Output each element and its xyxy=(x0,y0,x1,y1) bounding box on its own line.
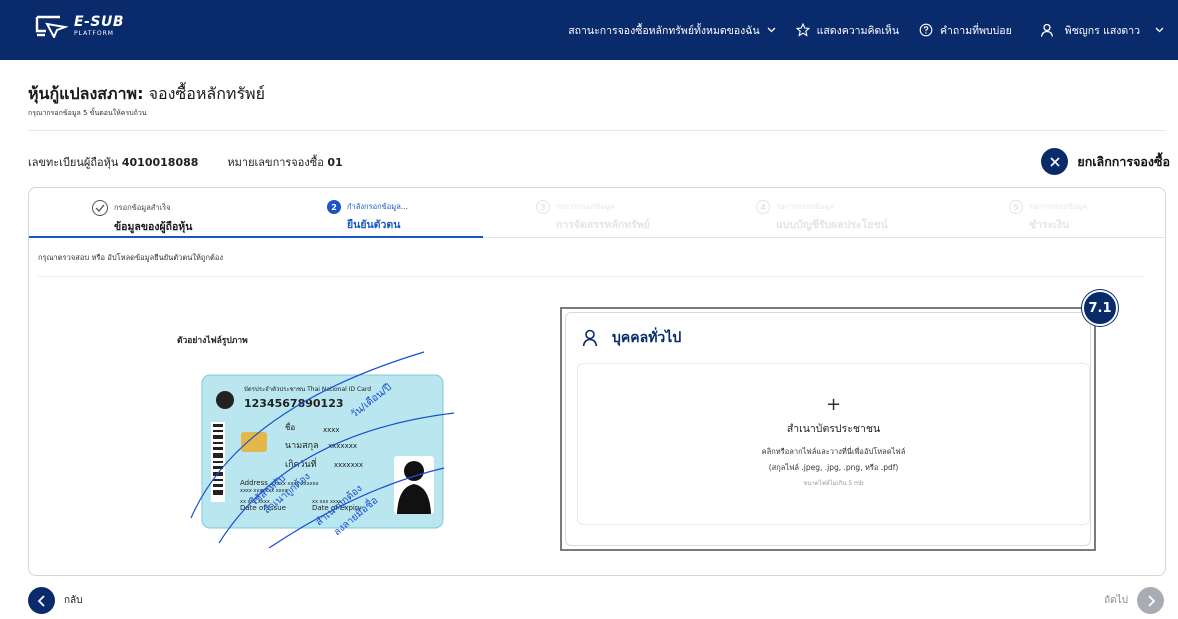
cancel-subscription-label: ยกเลิกการจองซื้อ xyxy=(1077,153,1170,169)
step-5-number: 5 xyxy=(1009,200,1023,214)
step-5-payment[interactable]: 5 รอการกรอกข้อมูล ชำระเงิน xyxy=(1009,200,1087,234)
step-2-status: กำลังกรอกข้อมูล... xyxy=(347,202,408,211)
chevron-down-icon xyxy=(1155,27,1164,33)
e-sub-logo[interactable]: E-SUB PLATFORM xyxy=(34,14,124,38)
identity-verification-card: กรอกข้อมูลสำเร็จ ข้อมูลของผู้ถือหุ้น 2 ก… xyxy=(28,187,1166,576)
step-3-status: รอการกรอกข้อมูล xyxy=(556,202,615,211)
upload-hint: คลิกหรือลากไฟล์และวางที่นี่เพื่ออัปโหลดไ… xyxy=(761,447,906,456)
divider xyxy=(28,130,1166,131)
logo-subtitle: PLATFORM xyxy=(74,30,114,37)
step-5-title: ชำระเงิน xyxy=(1029,219,1070,231)
top-navigation-bar: E-SUB PLATFORM สถานะการจองซื้อหลักทรัพย์… xyxy=(0,0,1178,60)
registration-number: 4010018088 xyxy=(121,156,199,169)
back-button[interactable]: กลับ xyxy=(28,587,83,614)
next-button[interactable]: ถัดไป xyxy=(1104,587,1164,614)
step-1-status: กรอกข้อมูลสำเร็จ xyxy=(114,203,171,212)
step-4-beneficiary-account[interactable]: 4 รอการกรอกข้อมูล แบบบัญชีรับผลประโยชน์ xyxy=(756,200,888,234)
general-person-header: บุคคลทั่วไป xyxy=(582,327,681,349)
step-1-shareholder-info[interactable]: กรอกข้อมูลสำเร็จ ข้อมูลของผู้ถือหุ้น xyxy=(92,200,192,234)
plus-icon: + xyxy=(825,394,842,415)
next-label: ถัดไป xyxy=(1104,595,1128,606)
page-subtitle: กรุณากรอกข้อมูล 5 ขั้นตอนให้ครบถ้วน xyxy=(28,109,147,117)
divider xyxy=(37,276,1145,277)
registration-label: เลขทะเบียนผู้ถือหุ้น xyxy=(28,156,119,169)
step-5-status: รอการกรอกข้อมูล xyxy=(1029,202,1088,211)
nav-faq-link[interactable]: คำถามที่พบบ่อย xyxy=(919,22,1012,39)
registration-info: เลขทะเบียนผู้ถือหุ้น 4010018088 หมายเลขก… xyxy=(28,153,343,171)
page-title: หุ้นกู้แปลงสภาพ: จองซื้อหลักทรัพย์ xyxy=(28,82,265,107)
nav-faq-label: คำถามที่พบบ่อย xyxy=(940,24,1012,37)
upload-title: สำเนาบัตรประชาชน xyxy=(786,423,881,435)
stepper: กรอกข้อมูลสำเร็จ ข้อมูลของผู้ถือหุ้น 2 ก… xyxy=(29,188,1165,238)
chevron-left-icon xyxy=(28,587,55,614)
step-3-securities-allocation[interactable]: 3 รอการกรอกข้อมูล การจัดสรรหลักทรัพย์ xyxy=(536,200,650,234)
step-3-title: การจัดสรรหลักทรัพย์ xyxy=(556,219,650,231)
footer-navigation: กลับ ถัดไป xyxy=(0,585,1178,619)
upload-file-types: (สกุลไฟล์ .jpeg, .jpg, .png, หรือ .pdf) xyxy=(768,463,899,472)
subscription-number-label: หมายเลขการจองซื้อ xyxy=(227,156,324,169)
user-icon xyxy=(1040,23,1053,37)
sample-image-label: ตัวอย่างไฟล์รูปภาพ xyxy=(177,336,248,346)
step-3-number: 3 xyxy=(536,200,550,214)
upload-section-highlight: บุคคลทั่วไป + สำเนาบัตรประชาชน คลิกหรือล… xyxy=(560,307,1096,551)
back-label: กลับ xyxy=(64,595,83,606)
chevron-right-icon xyxy=(1137,587,1164,614)
sample-signature-overlay: วัน/เดือน/ปี ใช้สำหรับ สำเนาถูกต้อง สำเน… xyxy=(190,351,455,549)
annotation-badge: 7.1 xyxy=(1082,290,1118,326)
check-circle-icon xyxy=(92,200,108,216)
step-4-title: แบบบัญชีรับผลประโยชน์ xyxy=(776,219,888,231)
general-person-upload-panel: บุคคลทั่วไป + สำเนาบัตรประชาชน คลิกหรือล… xyxy=(565,312,1091,546)
step-2-number: 2 xyxy=(327,200,341,214)
question-circle-icon xyxy=(919,23,933,37)
user-menu-dropdown[interactable]: พิชญกร แสงดาว xyxy=(1040,22,1164,39)
close-icon xyxy=(1041,148,1069,175)
logo-icon xyxy=(35,15,68,38)
step-4-status: รอการกรอกข้อมูล xyxy=(776,202,835,211)
id-card-upload-dropzone[interactable]: + สำเนาบัตรประชาชน คลิกหรือลากไฟล์และวาง… xyxy=(577,363,1090,525)
logo-title: E-SUB xyxy=(74,14,124,30)
step-4-number: 4 xyxy=(756,200,770,214)
step-2-title: ยืนยันตัวตน xyxy=(347,219,401,231)
page-title-bold: หุ้นกู้แปลงสภาพ: xyxy=(28,84,144,103)
instruction-text: กรุณาตรวจสอบ หรือ อัปโหลดข้อมูลยืนยันตัว… xyxy=(38,253,224,262)
user-icon xyxy=(582,329,598,347)
upload-size-limit: ขนาดไฟล์ไม่เกิน 5 mb xyxy=(803,480,864,487)
star-icon xyxy=(795,23,810,37)
cancel-subscription-button[interactable]: ยกเลิกการจองซื้อ xyxy=(1041,148,1170,175)
nav-subscriptions-label: สถานะการจองซื้อหลักทรัพย์ทั้งหมดของฉัน xyxy=(568,24,760,37)
page-title-rest: จองซื้อหลักทรัพย์ xyxy=(143,84,265,103)
nav-subscriptions-dropdown[interactable]: สถานะการจองซื้อหลักทรัพย์ทั้งหมดของฉัน xyxy=(568,22,776,39)
nav-feedback-link[interactable]: แสดงความคิดเห็น xyxy=(795,22,900,39)
user-name: พิชญกร แสงดาว xyxy=(1064,24,1140,37)
active-step-indicator xyxy=(29,236,483,238)
general-person-title: บุคคลทั่วไป xyxy=(612,330,682,346)
subscription-number: 01 xyxy=(327,156,343,169)
nav-feedback-label: แสดงความคิดเห็น xyxy=(816,24,900,37)
chevron-down-icon xyxy=(767,27,776,33)
signature-date-text: วัน/เดือน/ปี xyxy=(348,381,393,420)
step-2-identity-verification[interactable]: 2 กำลังกรอกข้อมูล... ยืนยันตัวตน xyxy=(327,200,408,234)
step-1-title: ข้อมูลของผู้ถือหุ้น xyxy=(114,221,193,233)
